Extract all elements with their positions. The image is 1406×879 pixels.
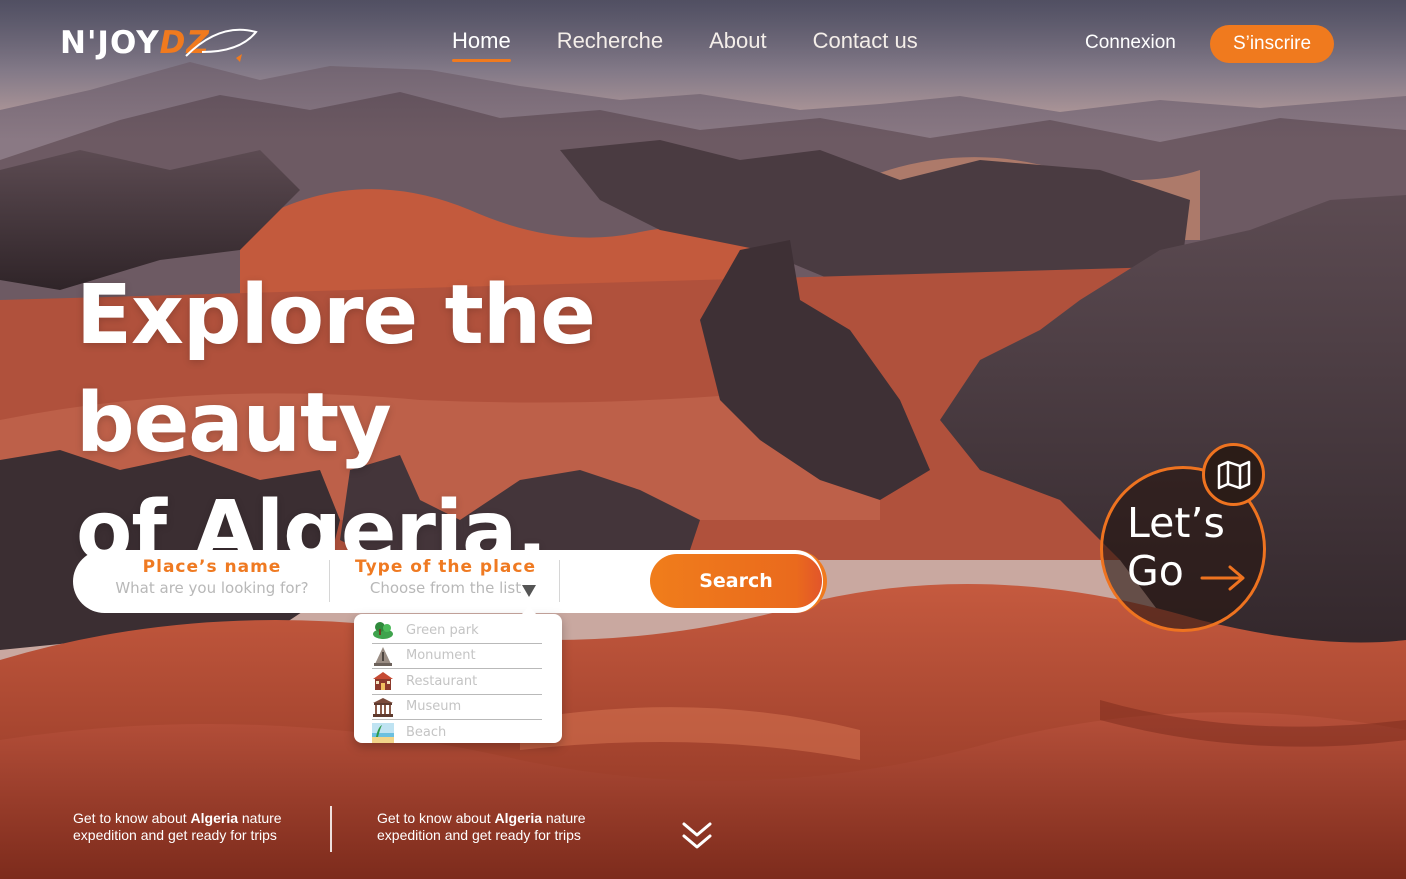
dropdown-option-green-park[interactable]: Green park [372, 618, 542, 644]
nav-home[interactable]: Home [452, 28, 511, 62]
dropdown-option-museum[interactable]: Museum [372, 695, 542, 720]
place-type-field: Type of the place [343, 557, 548, 597]
nav-contact[interactable]: Contact us [813, 28, 918, 62]
arrow-right-icon [1200, 565, 1245, 591]
info-blurb: Get to know about Algeria nature expedit… [377, 810, 586, 843]
dropdown-arrow-icon[interactable] [522, 585, 536, 597]
place-name-field: Place’s name [101, 557, 323, 597]
search-bar: Place’s name Type of the place Search [73, 550, 827, 613]
beach-icon [372, 722, 394, 743]
search-divider [559, 560, 560, 602]
info-blurb: Get to know about Algeria nature expedit… [73, 810, 282, 843]
place-type-select[interactable] [360, 579, 531, 597]
place-name-label: Place’s name [142, 557, 282, 577]
search-button[interactable]: Search [650, 554, 822, 608]
dropdown-option-restaurant[interactable]: Restaurant [372, 669, 542, 695]
scroll-down-chevron-icon[interactable] [680, 820, 714, 852]
hero-title-line1: Explore the beauty [76, 268, 596, 471]
map-icon [1202, 443, 1265, 506]
dropdown-option-monument[interactable]: Monument [372, 644, 542, 669]
restaurant-icon [373, 672, 393, 691]
nav-about[interactable]: About [709, 28, 767, 62]
park-icon [373, 622, 393, 640]
brand-logo[interactable]: N'JOYDZ [60, 20, 260, 66]
dropdown-option-beach[interactable]: Beach [372, 720, 542, 746]
place-type-label: Type of the place [354, 557, 537, 577]
login-link[interactable]: Connexion [1085, 32, 1176, 54]
search-divider [329, 560, 330, 602]
blurb-divider [330, 806, 332, 852]
hero-title: Explore the beauty of Algeria. [76, 262, 896, 586]
main-nav: Home Recherche About Contact us [452, 28, 918, 62]
plane-swoosh-icon [185, 28, 258, 62]
nav-recherche[interactable]: Recherche [557, 28, 663, 62]
museum-icon [373, 697, 393, 717]
place-name-input[interactable] [101, 579, 323, 597]
signup-button[interactable]: S’inscrire [1210, 25, 1334, 63]
place-type-dropdown: Green park Monument Restaurant Museum Be… [354, 606, 562, 746]
monument-icon [374, 646, 392, 666]
